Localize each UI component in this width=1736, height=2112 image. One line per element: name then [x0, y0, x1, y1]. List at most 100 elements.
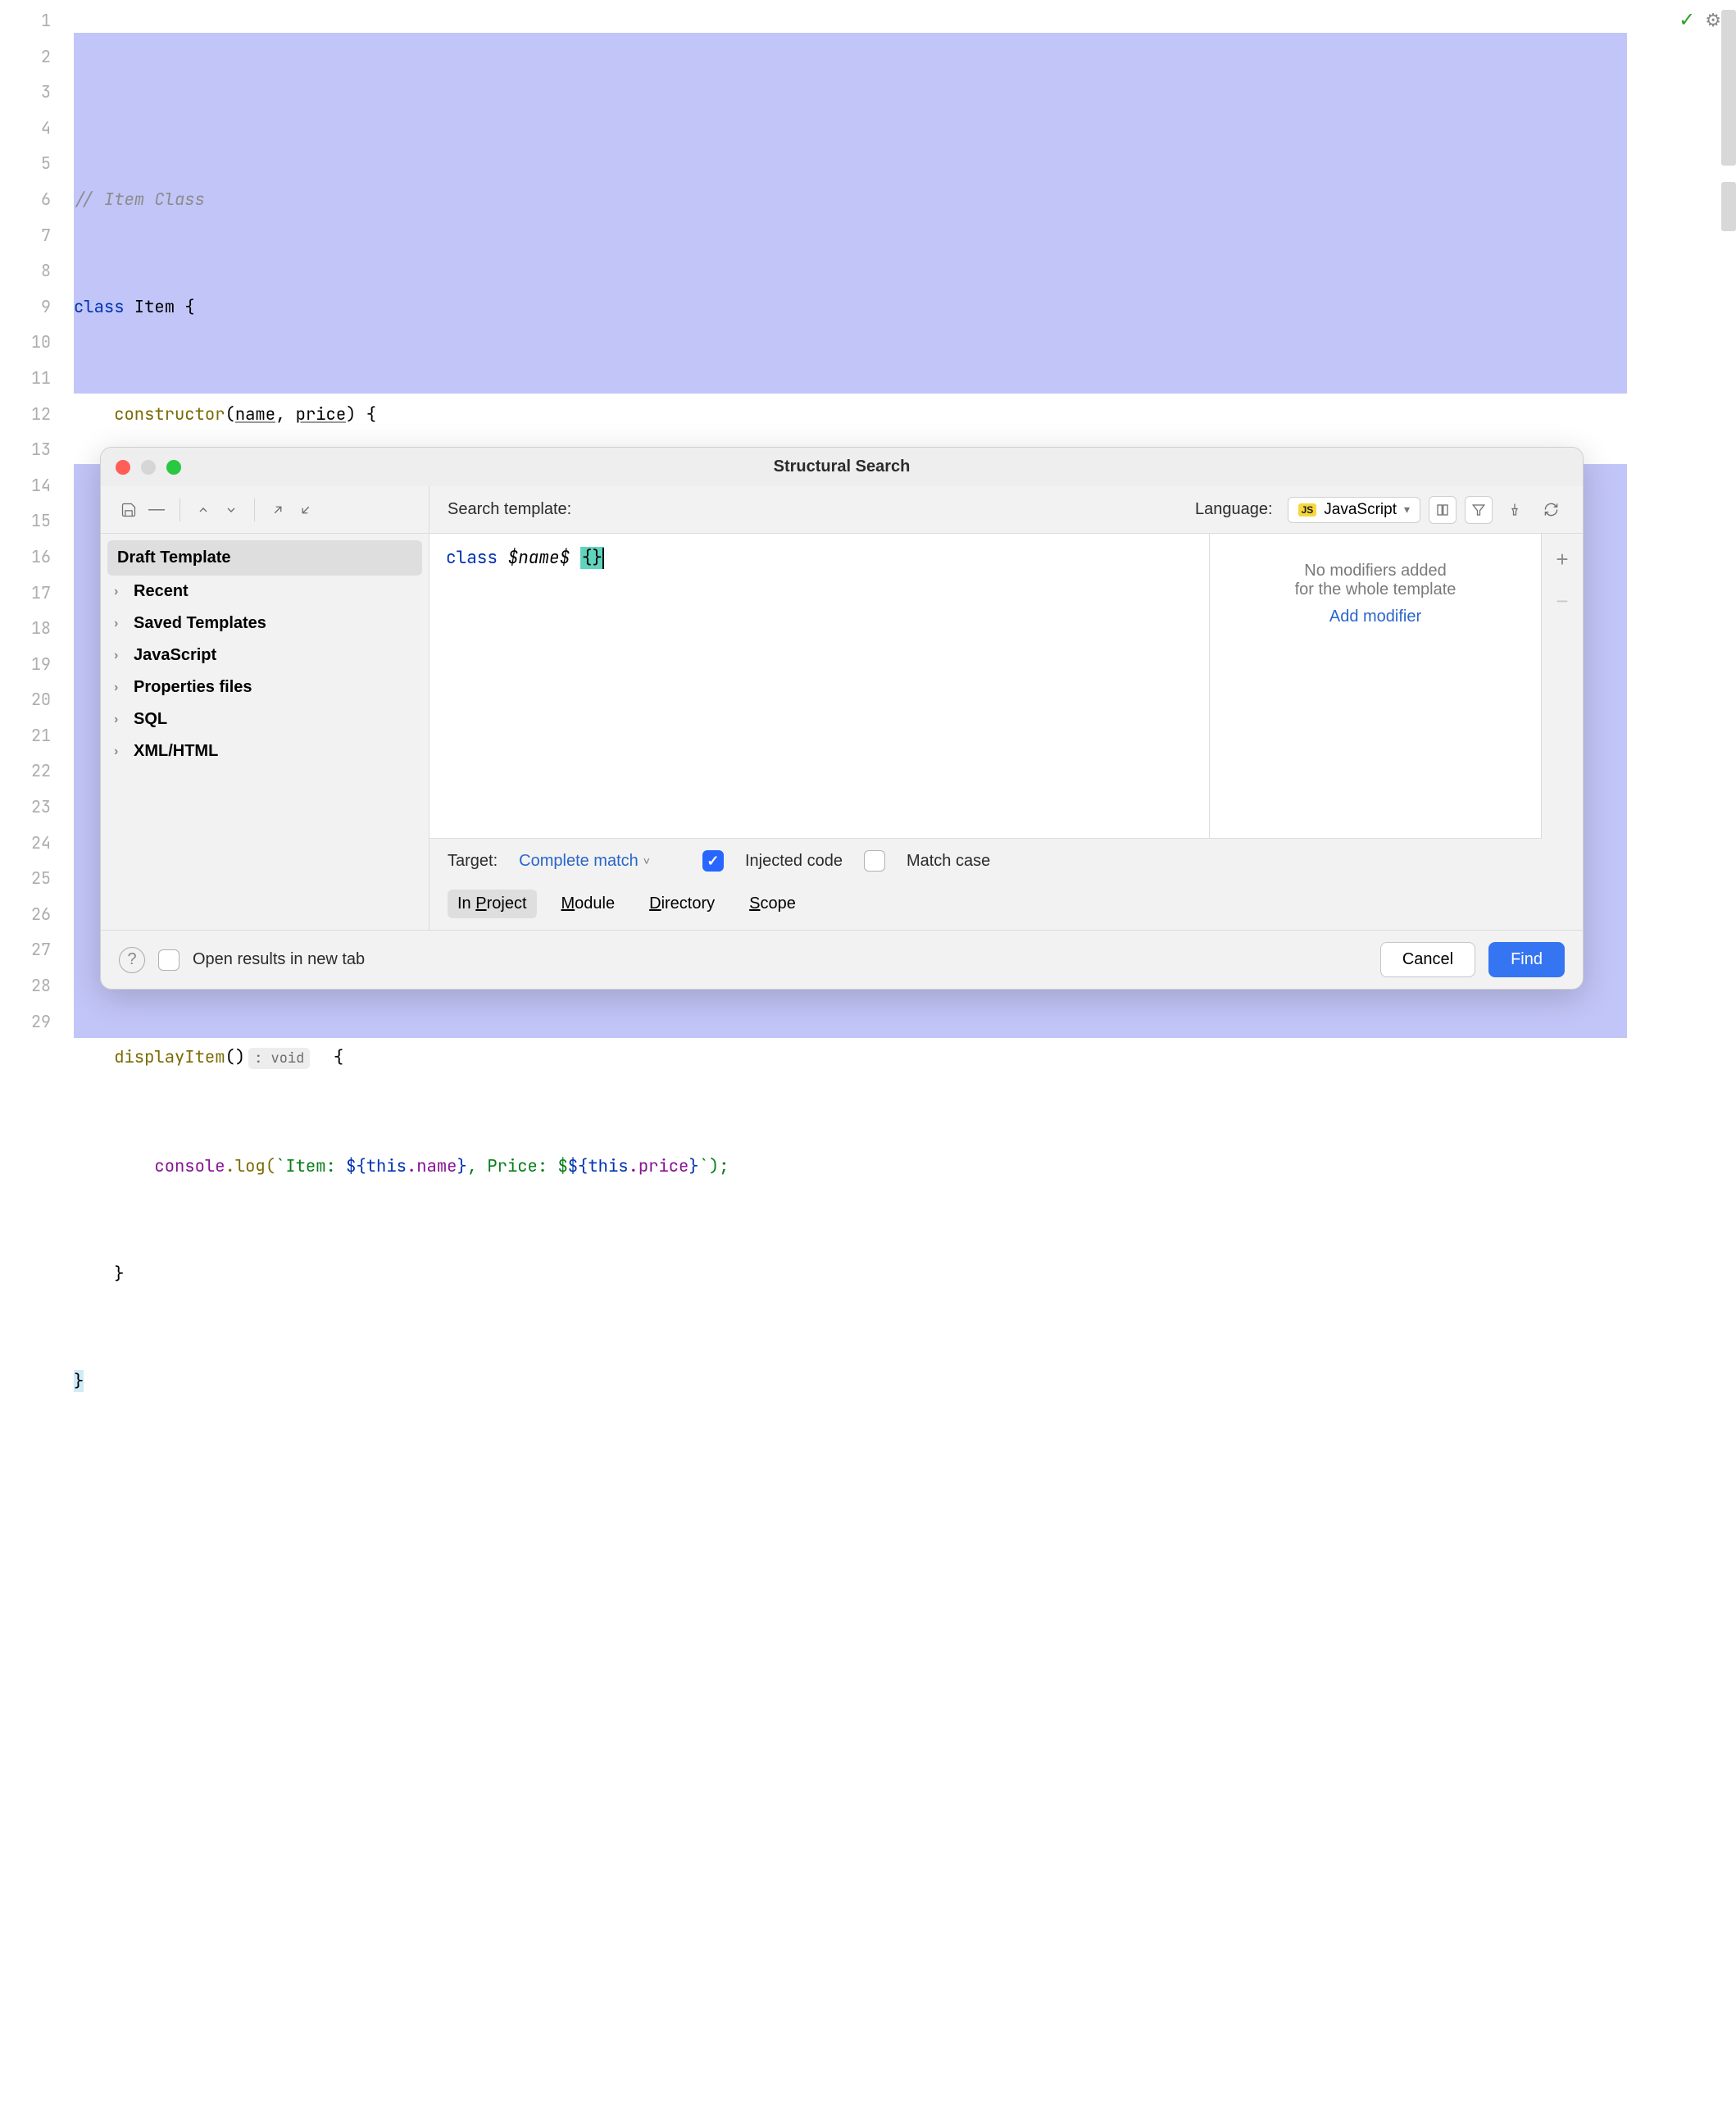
line-number: 10: [0, 325, 51, 361]
scrollbar-thumb[interactable]: [1721, 10, 1736, 166]
code-token: `);: [699, 1155, 729, 1177]
line-number: 19: [0, 647, 51, 683]
line-number: 24: [0, 826, 51, 862]
inspection-ok-icon[interactable]: ✓: [1679, 8, 1695, 32]
match-case-checkbox[interactable]: [864, 850, 885, 872]
line-number: 21: [0, 718, 51, 754]
code-token: , Price: $: [467, 1155, 568, 1177]
zoom-window-icon[interactable]: [166, 460, 181, 475]
code-token: `Item:: [275, 1155, 346, 1177]
traffic-lights: [116, 460, 181, 475]
sidebar-item-saved-templates[interactable]: ›Saved Templates: [101, 608, 429, 640]
add-icon[interactable]: +: [1556, 547, 1568, 572]
sidebar-item-label: Recent: [134, 582, 189, 601]
open-results-new-tab-checkbox[interactable]: [158, 949, 180, 971]
tab-directory[interactable]: Directory: [639, 890, 725, 918]
modifiers-text: No modifiers added: [1304, 562, 1446, 580]
sidebar-item-javascript[interactable]: › JavaScript: [101, 640, 429, 671]
remove-icon[interactable]: —: [145, 498, 168, 521]
inlay-hint: : void: [248, 1048, 310, 1069]
target-dropdown[interactable]: Complete match ˅: [519, 852, 650, 871]
line-number: 29: [0, 1004, 51, 1040]
add-modifier-link[interactable]: Add modifier: [1329, 608, 1421, 626]
dialog-titlebar[interactable]: Structural Search: [101, 448, 1583, 486]
line-number: 13: [0, 432, 51, 468]
save-template-icon[interactable]: [117, 498, 140, 521]
js-badge-icon: JS: [1298, 503, 1317, 517]
cancel-button[interactable]: Cancel: [1380, 942, 1475, 977]
template-token: $name$: [498, 547, 580, 569]
line-number: 7: [0, 218, 51, 254]
line-number: 20: [0, 682, 51, 718]
sidebar-item-label: Properties files: [134, 678, 252, 697]
line-number: 11: [0, 361, 51, 397]
line-number: 28: [0, 968, 51, 1004]
sidebar-item-draft-template[interactable]: Draft Template: [107, 540, 422, 576]
structural-search-dialog: Structural Search — Search template: Lan…: [100, 447, 1584, 990]
template-editor[interactable]: class $name$ {}: [429, 534, 1210, 839]
code-token: displayItem: [114, 1046, 225, 1068]
target-value: Complete match: [519, 852, 639, 871]
find-button[interactable]: Find: [1488, 942, 1565, 977]
modifiers-panel: No modifiers added for the whole templat…: [1210, 534, 1542, 839]
modifiers-text: for the whole template: [1295, 580, 1457, 599]
import-icon[interactable]: [294, 498, 317, 521]
templates-sidebar: Draft Template ›Recent ›Saved Templates …: [101, 534, 429, 930]
help-icon[interactable]: ?: [119, 947, 145, 973]
template-token: {}: [580, 547, 604, 569]
tab-in-project[interactable]: In Project: [448, 890, 537, 918]
code-comment: // Item Class: [74, 189, 205, 211]
dialog-footer: ? Open results in new tab Cancel Find: [101, 930, 1583, 989]
chevron-down-icon: ˅: [643, 854, 650, 867]
line-number: 5: [0, 146, 51, 182]
line-number: 3: [0, 75, 51, 111]
refresh-icon[interactable]: [1537, 496, 1565, 524]
line-number: 14: [0, 468, 51, 504]
code-token: name: [235, 403, 275, 426]
chevron-right-icon: ›: [114, 649, 125, 663]
template-token: class: [446, 547, 498, 569]
target-label: Target:: [448, 852, 498, 871]
line-number: 26: [0, 897, 51, 933]
line-number: 8: [0, 253, 51, 289]
code-token: class: [74, 296, 125, 318]
code-token: .name: [407, 1155, 457, 1177]
injected-code-checkbox[interactable]: [702, 850, 724, 872]
code-token: constructor: [114, 403, 225, 426]
code-token: Item {: [125, 296, 195, 318]
code-token: this: [588, 1155, 628, 1177]
up-icon[interactable]: [192, 498, 215, 521]
line-number: 2: [0, 39, 51, 75]
chevron-right-icon: ›: [114, 744, 125, 759]
tab-scope[interactable]: Scope: [739, 890, 806, 918]
dialog-title: Structural Search: [774, 457, 911, 476]
history-icon[interactable]: [1429, 496, 1457, 524]
code-token: }: [114, 1263, 124, 1285]
filter-icon[interactable]: [1465, 496, 1493, 524]
sidebar-item-label: JavaScript: [134, 646, 216, 665]
close-window-icon[interactable]: [116, 460, 130, 475]
remove-icon[interactable]: −: [1556, 589, 1568, 614]
tab-module[interactable]: Module: [552, 890, 625, 918]
gutter: 1 2 3 4 5 6 7 8 9 10 11 12 13 14 15 16 1…: [0, 0, 74, 1056]
line-number: 27: [0, 932, 51, 968]
editor-status-icons: ✓ ⚙: [1679, 8, 1721, 32]
sidebar-item-label: Draft Template: [117, 548, 231, 567]
sidebar-item-recent[interactable]: ›Recent: [101, 576, 429, 608]
line-number: 22: [0, 753, 51, 790]
line-number: 6: [0, 182, 51, 218]
gear-icon[interactable]: ⚙: [1705, 10, 1721, 31]
chevron-right-icon: ›: [114, 680, 125, 695]
down-icon[interactable]: [220, 498, 243, 521]
code-token: }: [457, 1155, 466, 1177]
language-picker[interactable]: JS JavaScript ▾: [1288, 497, 1420, 523]
sidebar-item-xml-html[interactable]: ›XML/HTML: [101, 735, 429, 767]
line-number: 15: [0, 503, 51, 539]
sidebar-item-label: SQL: [134, 710, 167, 729]
language-label: Language:: [1195, 500, 1273, 519]
export-icon[interactable]: [266, 498, 289, 521]
code-token: console: [154, 1155, 225, 1177]
sidebar-item-sql[interactable]: ›SQL: [101, 703, 429, 735]
sidebar-item-properties-files[interactable]: › Properties files: [101, 671, 429, 703]
pin-icon[interactable]: [1501, 496, 1529, 524]
